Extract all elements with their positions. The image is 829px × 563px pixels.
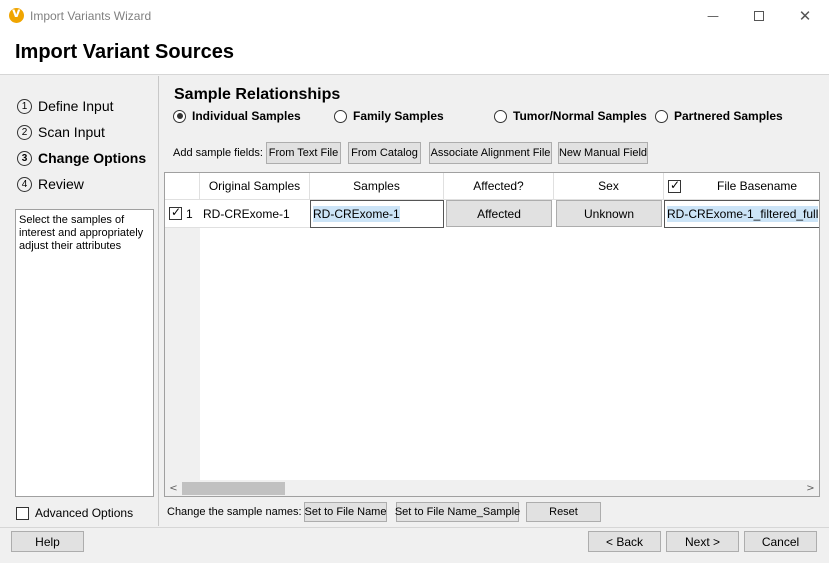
column-checkbox-icon[interactable] (668, 178, 681, 193)
radio-label: Partnered Samples (674, 109, 783, 123)
scrollbar-thumb[interactable] (182, 482, 285, 495)
help-description: Select the samples of interest and appro… (15, 209, 154, 497)
page-title: Import Variant Sources (15, 41, 234, 63)
step-label: Review (38, 176, 84, 192)
row-checkbox-icon[interactable] (169, 205, 182, 220)
step-label: Define Input (38, 98, 114, 114)
wizard-steps: 1 Define Input 2 Scan Input 3 Change Opt… (17, 93, 146, 197)
reset-button[interactable]: Reset (526, 502, 601, 522)
new-manual-field-button[interactable]: New Manual Field (558, 142, 648, 164)
step-review: 4 Review (17, 171, 146, 197)
table-row-header[interactable]: 1 (165, 200, 200, 228)
wizard-header: Import Variant Sources (0, 31, 829, 75)
step-scan-input: 2 Scan Input (17, 119, 146, 145)
file-basename-input[interactable]: RD-CRExome-1_filtered_full (664, 200, 819, 228)
sample-name-value: RD-CRExome-1 (313, 206, 400, 222)
section-title: Sample Relationships (174, 86, 341, 103)
step-number: 2 (17, 124, 32, 140)
title-bar: Import Variants Wizard — ✕ (0, 0, 829, 31)
from-text-file-button[interactable]: From Text File (266, 142, 341, 164)
sex-dropdown[interactable]: Unknown (556, 200, 662, 227)
radio-tumor-normal-samples[interactable]: Tumor/Normal Samples (494, 109, 647, 123)
step-define-input: 1 Define Input (17, 93, 146, 119)
from-catalog-button[interactable]: From Catalog (348, 142, 421, 164)
column-header-samples[interactable]: Samples (310, 173, 444, 200)
set-to-file-name-button[interactable]: Set to File Name (304, 502, 387, 522)
close-button[interactable]: ✕ (782, 0, 828, 31)
radio-icon[interactable] (494, 109, 507, 123)
column-header-label: File Basename (717, 179, 798, 193)
step-label: Change Options (38, 150, 147, 166)
panel-divider (158, 76, 159, 526)
sample-name-input[interactable]: RD-CRExome-1 (310, 200, 444, 228)
file-basename-value: RD-CRExome-1_filtered_full (667, 206, 819, 222)
affected-dropdown[interactable]: Affected (446, 200, 552, 227)
horizontal-scrollbar[interactable]: < > (165, 480, 819, 496)
add-sample-fields-label: Add sample fields: (173, 147, 263, 159)
back-button[interactable]: < Back (588, 531, 661, 552)
step-number: 1 (17, 98, 32, 114)
set-to-file-name-sample-button[interactable]: Set to File Name_Sample (395, 502, 520, 522)
app-logo-icon (9, 6, 24, 23)
step-number: 4 (17, 176, 32, 192)
footer-separator (0, 527, 829, 528)
radio-individual-samples[interactable]: Individual Samples (173, 109, 301, 123)
corner-header (165, 173, 200, 200)
radio-selected-icon[interactable] (173, 109, 186, 123)
checkbox-icon[interactable] (16, 506, 29, 520)
radio-family-samples[interactable]: Family Samples (334, 109, 444, 123)
radio-partnered-samples[interactable]: Partnered Samples (655, 109, 783, 123)
column-header-sex[interactable]: Sex (554, 173, 664, 200)
scroll-right-icon[interactable]: > (802, 480, 819, 496)
maximize-icon (754, 10, 764, 21)
column-header-affected[interactable]: Affected? (444, 173, 554, 200)
next-button[interactable]: Next > (666, 531, 739, 552)
radio-label: Family Samples (353, 109, 444, 123)
column-header-original-samples[interactable]: Original Samples (200, 173, 310, 200)
step-label: Scan Input (38, 124, 105, 140)
minimize-button[interactable]: — (690, 0, 736, 31)
help-button[interactable]: Help (11, 531, 84, 552)
cancel-button[interactable]: Cancel (744, 531, 817, 552)
row-index: 1 (186, 206, 193, 221)
maximize-button[interactable] (736, 0, 782, 31)
advanced-options-checkbox[interactable]: Advanced Options (16, 506, 133, 520)
step-change-options: 3 Change Options (17, 145, 146, 171)
step-number: 3 (17, 150, 32, 166)
scroll-left-icon[interactable]: < (165, 480, 182, 496)
associate-alignment-file-button[interactable]: Associate Alignment File (429, 142, 552, 164)
radio-label: Individual Samples (192, 109, 301, 123)
change-sample-names-label: Change the sample names: (167, 506, 302, 518)
radio-icon[interactable] (334, 109, 347, 123)
advanced-options-label: Advanced Options (35, 506, 134, 520)
radio-label: Tumor/Normal Samples (513, 109, 647, 123)
column-header-file-basename[interactable]: File Basename (664, 173, 819, 200)
samples-table: Original Samples Samples Affected? Sex F… (164, 172, 820, 497)
cell-original-sample: RD-CRExome-1 (200, 200, 310, 228)
radio-icon[interactable] (655, 109, 668, 123)
window-title: Import Variants Wizard (30, 9, 152, 23)
